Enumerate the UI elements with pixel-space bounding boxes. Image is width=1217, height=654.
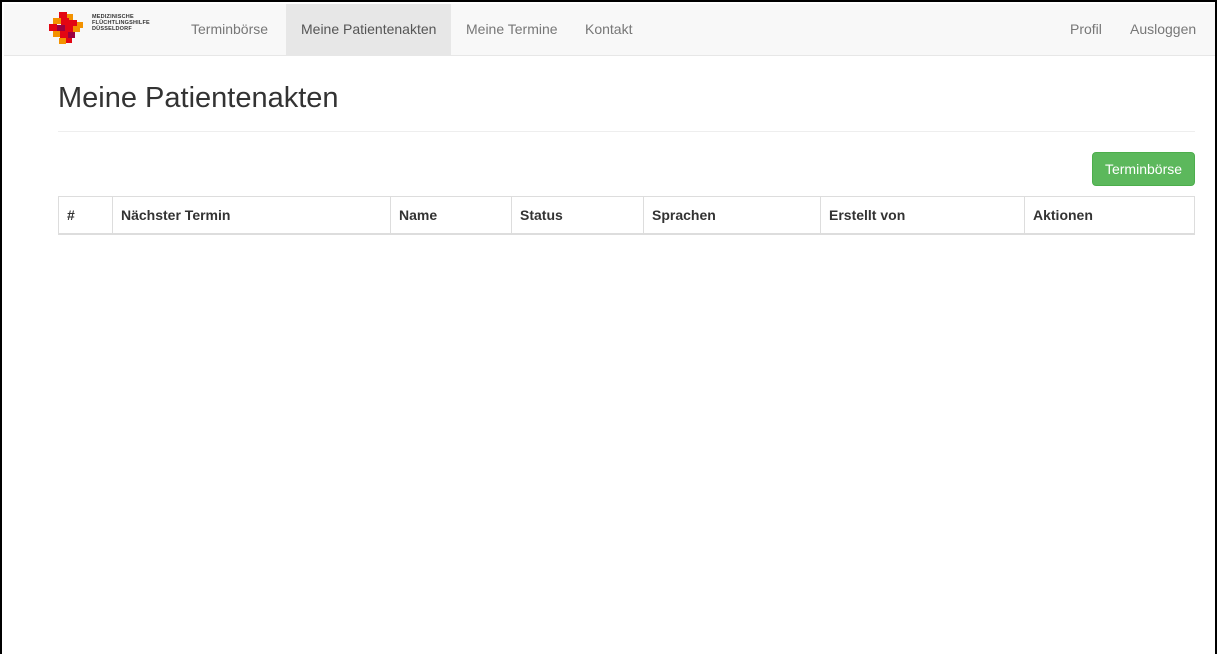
app-window: MEDIZINISCHE FLÜCHTLINGSHILFE DÜSSELDORF…: [0, 0, 1217, 654]
nav-item-meine-termine[interactable]: Meine Termine: [451, 4, 573, 55]
column-header-languages[interactable]: Sprachen: [643, 196, 821, 235]
nav-item-ausloggen[interactable]: Ausloggen: [1115, 4, 1211, 55]
brand-text: MEDIZINISCHE FLÜCHTLINGSHILFE DÜSSELDORF: [92, 14, 150, 32]
brand-line-3: DÜSSELDORF: [92, 26, 132, 32]
column-header-created-by[interactable]: Erstellt von: [820, 196, 1025, 235]
nav-item-meine-patientenakten[interactable]: Meine Patientenakten: [286, 4, 451, 55]
terminboerse-button[interactable]: Terminbörse: [1092, 152, 1195, 186]
patient-records-table: # Nächster Termin Name Status Sprachen E…: [58, 196, 1195, 235]
title-divider: [58, 131, 1195, 132]
nav-item-kontakt[interactable]: Kontakt: [570, 4, 647, 55]
page-title: Meine Patientenakten: [58, 82, 339, 114]
nav-item-profil[interactable]: Profil: [1055, 4, 1117, 55]
brand-logo[interactable]: MEDIZINISCHE FLÜCHTLINGSHILFE DÜSSELDORF: [47, 12, 167, 44]
column-header-status[interactable]: Status: [511, 196, 644, 235]
column-header-name[interactable]: Name: [390, 196, 512, 235]
cross-pixel-logo-icon: [49, 12, 83, 44]
column-header-actions[interactable]: Aktionen: [1024, 196, 1195, 235]
nav-item-terminboerse[interactable]: Terminbörse: [176, 4, 283, 55]
top-navbar: MEDIZINISCHE FLÜCHTLINGSHILFE DÜSSELDORF…: [4, 4, 1215, 56]
table-header-row: # Nächster Termin Name Status Sprachen E…: [58, 196, 1195, 235]
column-header-next-appointment[interactable]: Nächster Termin: [112, 196, 391, 235]
column-header-number[interactable]: #: [58, 196, 113, 235]
